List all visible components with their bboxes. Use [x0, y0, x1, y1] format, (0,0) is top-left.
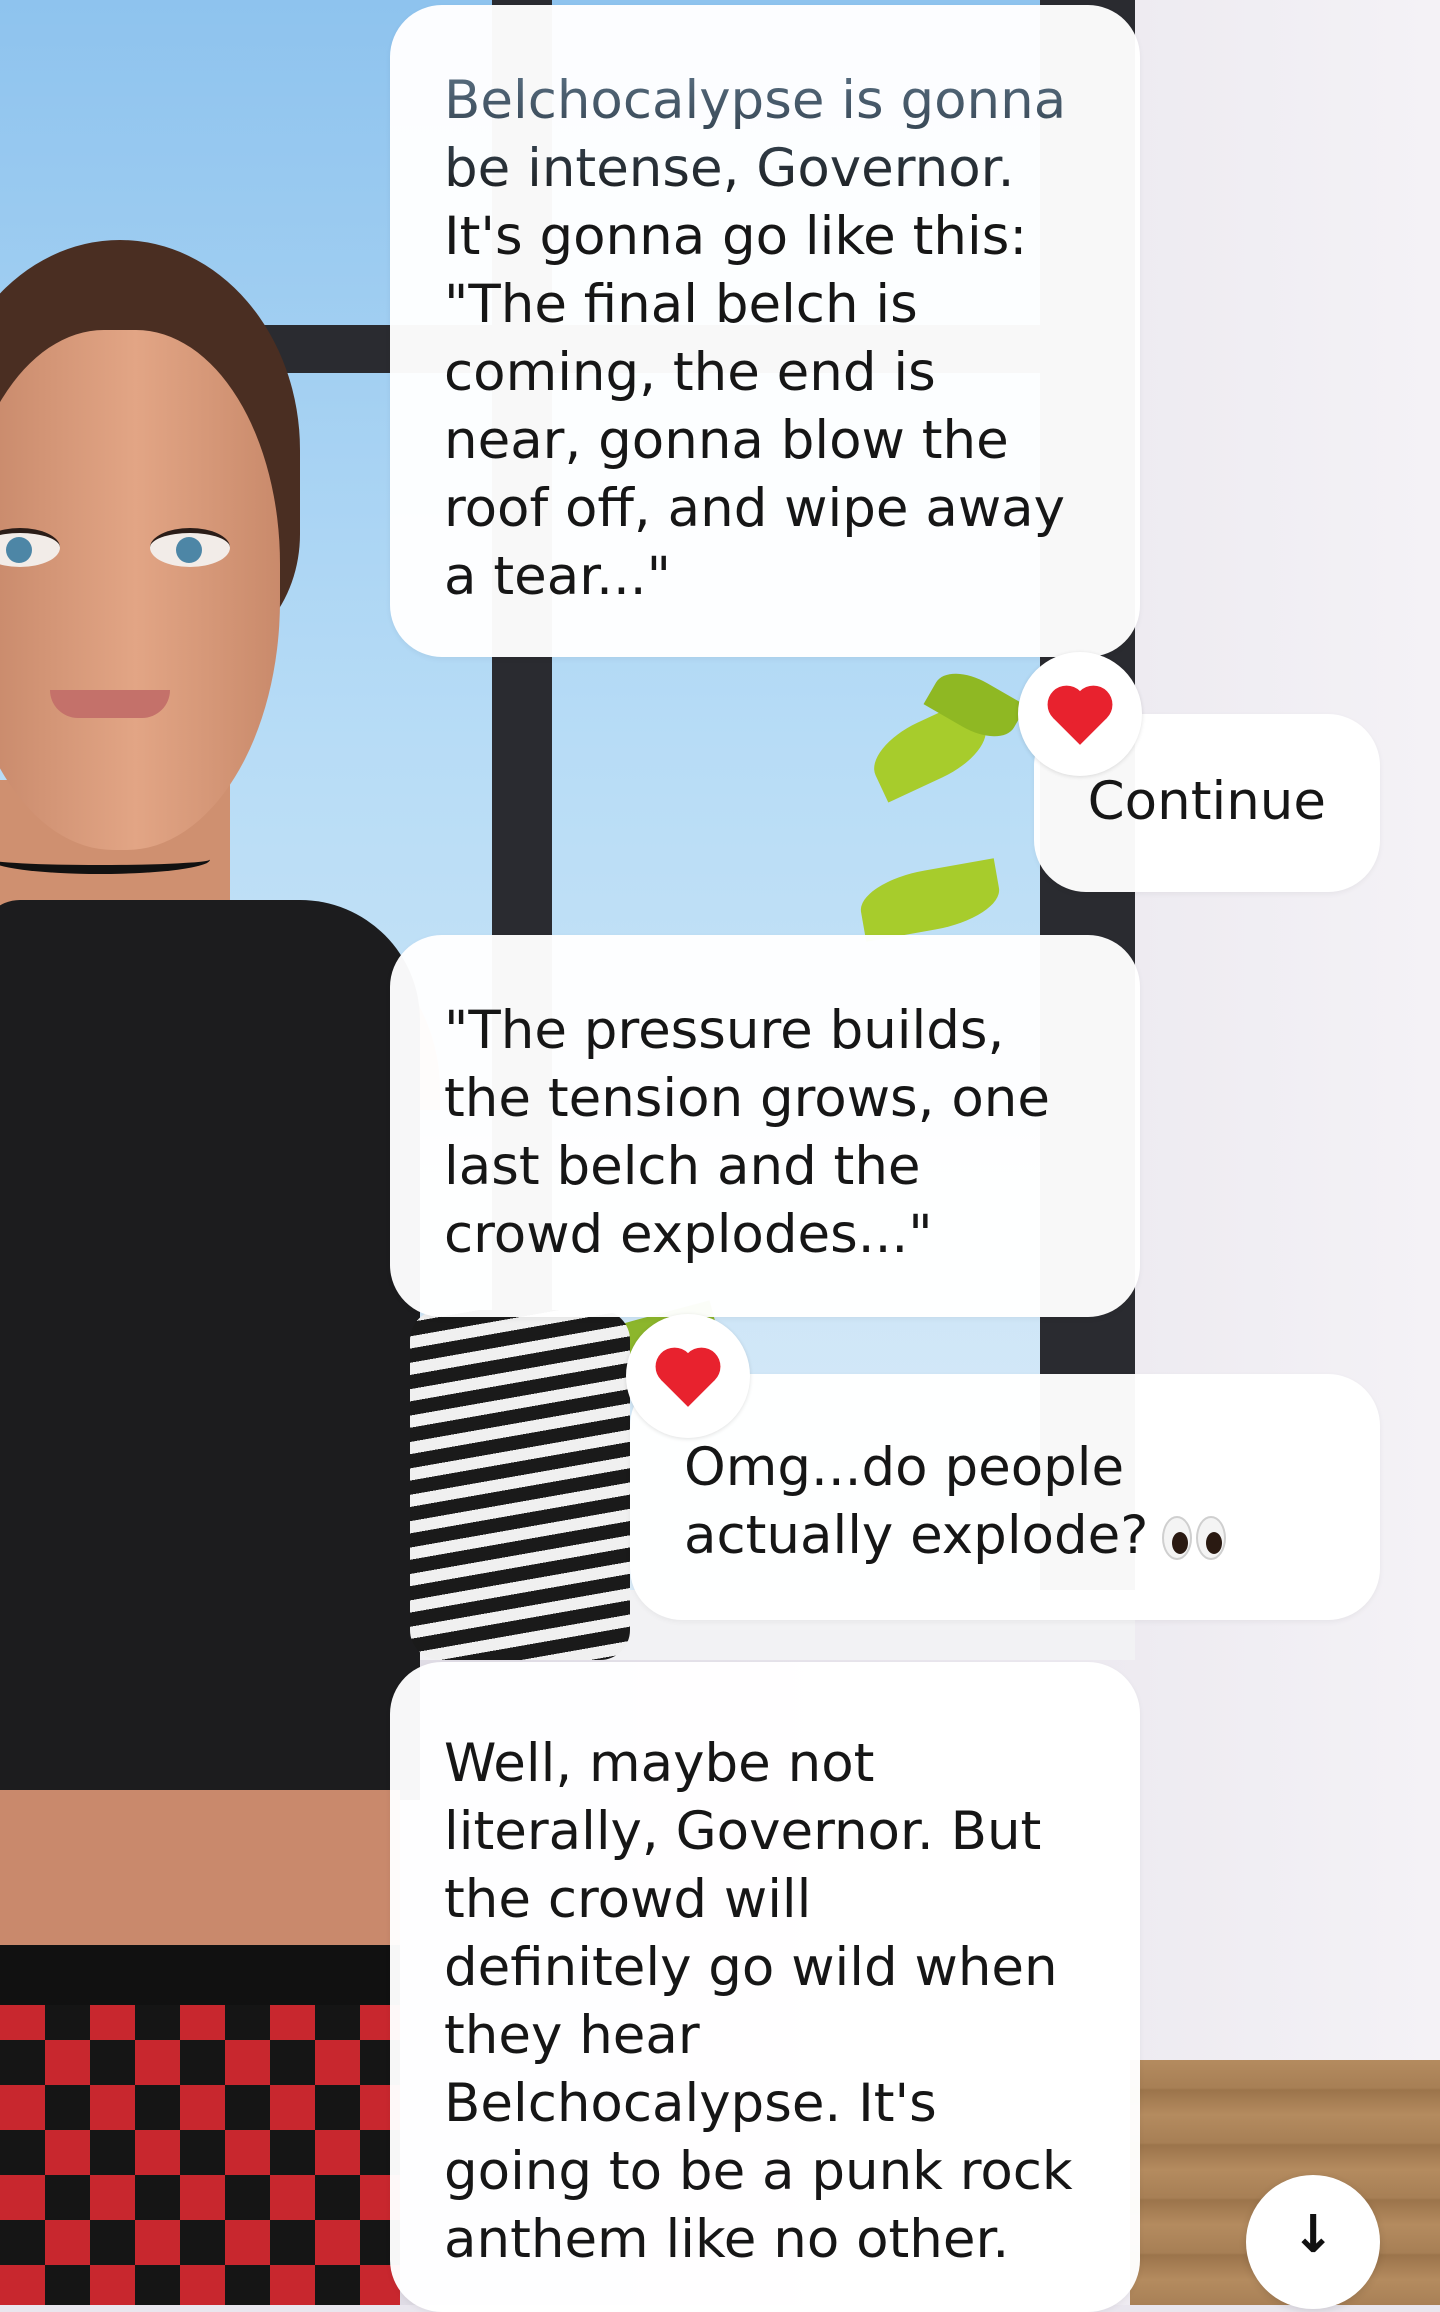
character-face — [0, 330, 280, 850]
user-message[interactable]: Omg...do people actually explode? — [630, 1374, 1380, 1620]
message-text: Belchocalypse is gonna be intense, Gover… — [444, 67, 1110, 611]
heart-icon — [1053, 691, 1107, 745]
character-belly — [0, 1790, 400, 1970]
character-message[interactable]: "The pressure builds, the tension grows,… — [390, 935, 1140, 1317]
message-text: Well, maybe not literally, Governor. But… — [444, 1733, 1073, 2270]
character-mouth — [50, 690, 170, 718]
character-eye — [150, 528, 230, 567]
message-text-body: Omg...do people actually explode? — [684, 1437, 1149, 1566]
scroll-down-button[interactable]: ↓ — [1246, 2175, 1380, 2309]
message-text: Omg...do people actually explode? — [684, 1434, 1340, 1570]
character-message[interactable]: Well, maybe not literally, Governor. But… — [390, 1662, 1140, 2312]
heart-reaction[interactable] — [626, 1314, 750, 1438]
heart-reaction[interactable] — [1018, 652, 1142, 776]
message-text: "The pressure builds, the tension grows,… — [444, 1000, 1050, 1265]
character-shirt — [0, 900, 420, 1800]
character-waistband — [0, 1945, 400, 2005]
message-text: Continue — [1087, 771, 1326, 832]
arrow-down-icon: ↓ — [1291, 2205, 1335, 2265]
character-choker — [0, 845, 210, 874]
character-message[interactable]: Belchocalypse is gonna be intense, Gover… — [390, 5, 1140, 657]
eyes-emoji-icon — [1162, 1516, 1230, 1561]
character-sleeve — [410, 1310, 630, 1660]
heart-icon — [661, 1353, 715, 1407]
